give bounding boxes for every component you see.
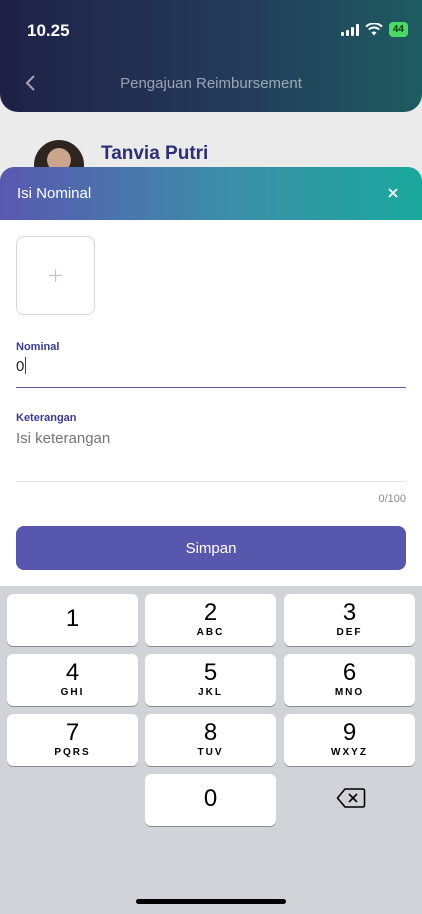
home-indicator [136, 899, 286, 904]
add-photo-button[interactable] [16, 236, 95, 315]
key-letters: MNO [334, 687, 365, 698]
nominal-input[interactable]: 0 [16, 357, 27, 375]
key-letters: JKL [198, 687, 223, 698]
key-0[interactable]: 0 [145, 774, 276, 826]
key-digit: 6 [342, 659, 357, 686]
nominal-value: 0 [16, 358, 25, 375]
key-1[interactable]: 1 [7, 594, 138, 646]
key-digit: 9 [342, 719, 357, 746]
save-button[interactable]: Simpan [16, 526, 406, 570]
nominal-label: Nominal [16, 341, 60, 353]
character-counter: 0/100 [378, 493, 406, 505]
key-digit: 8 [203, 719, 218, 746]
key-digit: 3 [342, 599, 357, 626]
key-digit: 4 [65, 659, 80, 686]
key-7[interactable]: 7 PQRS [7, 714, 138, 766]
sheet-header: Isi Nominal [0, 167, 422, 220]
key-letters: DEF [336, 627, 363, 638]
battery-icon: 44 [388, 22, 408, 37]
nominal-underline [16, 387, 406, 388]
key-letters: PQRS [54, 747, 91, 758]
key-9[interactable]: 9 WXYZ [284, 714, 415, 766]
key-8[interactable]: 8 TUV [145, 714, 276, 766]
key-2[interactable]: 2 ABC [145, 594, 276, 646]
sheet-title: Isi Nominal [17, 185, 92, 202]
status-icons: 44 [340, 22, 408, 37]
key-letters: ABC [196, 627, 225, 638]
profile-name: Tanvia Putri [101, 143, 209, 164]
keterangan-input[interactable] [16, 430, 406, 447]
key-6[interactable]: 6 MNO [284, 654, 415, 706]
key-letters: TUV [197, 747, 224, 758]
wifi-icon [365, 23, 383, 36]
key-4[interactable]: 4 GHI [7, 654, 138, 706]
key-5[interactable]: 5 JKL [145, 654, 276, 706]
text-cursor [25, 357, 27, 374]
signal-icon [340, 23, 359, 36]
key-3[interactable]: 3 DEF [284, 594, 415, 646]
page-title: Pengajuan Reimbursement [120, 75, 302, 92]
key-digit: 1 [65, 605, 80, 632]
keterangan-label: Keterangan [16, 412, 77, 424]
plus-icon [49, 269, 62, 282]
status-time: 10.25 [27, 21, 70, 40]
app-header: 10.25 44 Pengajuan Reimbursement [0, 0, 422, 112]
key-digit: 7 [65, 719, 80, 746]
key-letters: WXYZ [331, 747, 368, 758]
key-digit: 5 [203, 659, 218, 686]
key-letters: GHI [60, 687, 85, 698]
key-digit: 2 [203, 599, 218, 626]
backspace-icon[interactable] [336, 787, 366, 809]
key-digit: 0 [203, 785, 218, 812]
close-icon[interactable] [386, 186, 400, 200]
numeric-keyboard: 1 2 ABC 3 DEF 4 GHI 5 JKL 6 MNO 7 PQRS 8… [0, 586, 422, 914]
keterangan-underline [16, 481, 406, 482]
